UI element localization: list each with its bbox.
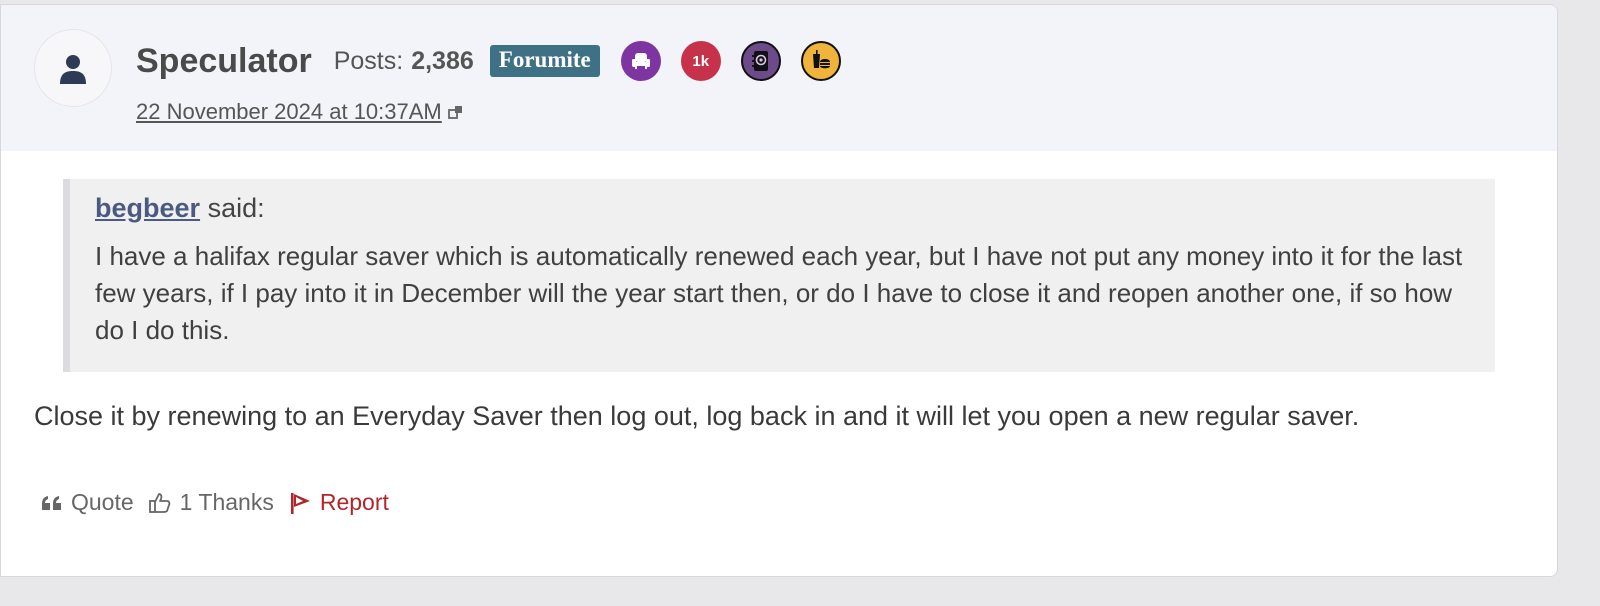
quote-label: Quote [71, 489, 134, 515]
post-actions: Quote 1 Thanks Report [41, 489, 403, 516]
forum-post: Speculator Posts: 2,386 Forumite 1k 22 N… [0, 4, 1558, 577]
flag-icon [288, 491, 312, 515]
post-timestamp-link[interactable]: 22 November 2024 at 10:37AM [136, 99, 442, 125]
posts-label: Posts: [333, 46, 404, 75]
report-label: Report [319, 489, 389, 515]
user-silhouette-icon [60, 55, 86, 84]
food-drink-badge-icon[interactable] [800, 41, 841, 81]
post-header: Speculator Posts: 2,386 Forumite 1k 22 N… [1, 5, 1557, 151]
1k-badge[interactable]: 1k [680, 41, 721, 81]
author-line: Speculator Posts: 2,386 Forumite 1k [136, 39, 861, 83]
thanks-label: 1 Thanks [179, 489, 274, 515]
address-book-badge-icon[interactable] [740, 41, 781, 81]
report-button[interactable]: Report [288, 489, 389, 516]
quote-block: begbeer said: I have a halifax regular s… [63, 179, 1495, 372]
thumbs-up-icon [148, 491, 172, 515]
quote-button[interactable]: Quote [41, 489, 134, 516]
posts-count: 2,386 [411, 46, 474, 75]
role-badge: Forumite [489, 45, 600, 77]
post-message: Close it by renewing to an Everyday Save… [34, 401, 1360, 431]
permalink-icon[interactable] [447, 104, 464, 120]
quote-text: I have a halifax regular saver which is … [95, 241, 1463, 345]
quote-icon [41, 495, 63, 511]
quote-author-link[interactable]: begbeer [95, 193, 200, 223]
quote-said-label: said: [207, 193, 265, 223]
quote-header: begbeer said: [95, 193, 1475, 224]
timestamp-line: 22 November 2024 at 10:37AM [136, 99, 464, 125]
armchair-badge-icon[interactable] [620, 41, 661, 81]
avatar[interactable] [34, 29, 112, 107]
thanks-button[interactable]: 1 Thanks [148, 489, 274, 516]
username-link[interactable]: Speculator [136, 42, 312, 81]
